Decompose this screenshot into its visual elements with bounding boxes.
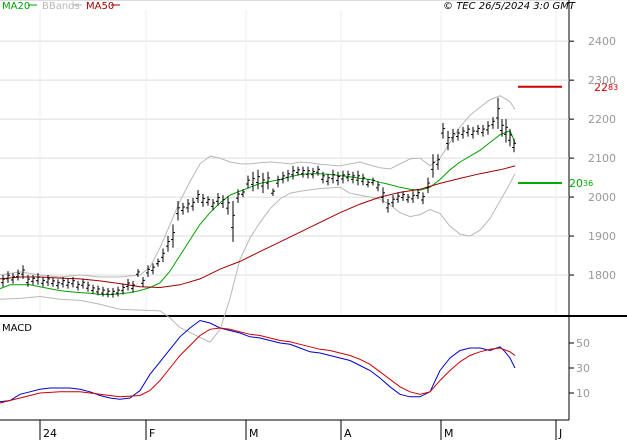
macd-panel: 50 30 10 xyxy=(0,319,590,404)
price-y-axis: 2400 2300 2200 2100 2000 1900 1800 xyxy=(569,35,616,282)
x-tick-label-f-1: F xyxy=(149,427,155,440)
y-tick-label-2300: 2300 xyxy=(588,74,616,87)
date-x-axis: 24 F M A M J xyxy=(39,420,562,440)
x-tick-label-a-3: A xyxy=(344,427,352,440)
level-label-2036: 2036 xyxy=(569,177,593,190)
price-bars xyxy=(1,97,516,298)
y-tick-label-2000: 2000 xyxy=(588,191,616,204)
y-tick-label-1800: 1800 xyxy=(588,269,616,282)
stock-chart: 22832036 2400 2300 2200 2100 2000 1900 1800 50… xyxy=(0,0,627,440)
y-tick-label-2400: 2400 xyxy=(588,35,616,48)
macd-series-macd xyxy=(0,319,516,403)
macd-y-tick-label-50: 50 xyxy=(576,337,590,350)
macd-y-tick-label-10: 10 xyxy=(576,387,590,400)
legend-ma50: MA50 xyxy=(86,1,114,12)
x-tick-label-m-2: M xyxy=(249,427,259,440)
y-tick-label-1900: 1900 xyxy=(588,230,616,243)
x-tick-label-j-5: J xyxy=(558,427,562,440)
x-tick-label-24-0: 24 xyxy=(43,427,57,440)
legend-bbands: BBands xyxy=(42,1,80,12)
macd-series-signal xyxy=(0,327,516,404)
bollinger-bands xyxy=(0,95,516,343)
price-levels: 22832036 xyxy=(518,81,618,190)
legend-ma20: MA20 xyxy=(2,1,30,12)
legend: MA20 BBands MA50 xyxy=(2,1,120,12)
macd-title: MACD xyxy=(2,323,32,334)
y-tick-label-2100: 2100 xyxy=(588,152,616,165)
x-tick-label-m-4: M xyxy=(444,427,454,440)
copyright-text: © TEC 26/5/2024 3:0 GMT xyxy=(443,1,576,12)
price-gridlines xyxy=(0,10,569,314)
y-tick-label-2200: 2200 xyxy=(588,113,616,126)
macd-y-tick-label-30: 30 xyxy=(576,362,590,375)
